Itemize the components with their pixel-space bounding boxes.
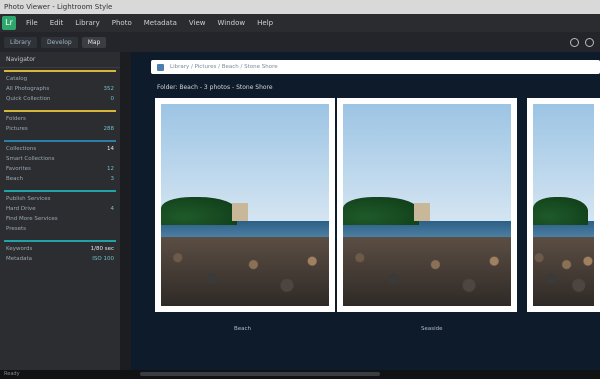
sidebar-row[interactable]: Folders [4,114,116,124]
sidebar-row[interactable]: Collections 14 [4,144,116,154]
sidebar-section-catalog: Catalog All Photographs 352 Quick Collect… [4,70,116,104]
sidebar-section-publish: Publish Services Hard Drive 4 Find More S… [4,190,116,234]
menu-view[interactable]: View [189,19,206,27]
photo-thumbnail[interactable] [533,104,594,306]
window-title: Photo Viewer - Lightroom Style [4,3,113,11]
sidebar-row[interactable]: Publish Services [4,194,116,204]
sidebar-row[interactable]: Beach 3 [4,174,116,184]
breadcrumb: Folder: Beach - 3 photos - Stone Shore [157,84,273,91]
sidebar-row[interactable]: Smart Collections [4,154,116,164]
toolbar: Library Develop Map [0,32,600,52]
photo-caption: Beach [234,326,252,332]
sidebar-row[interactable]: Hard Drive 4 [4,204,116,214]
menu-window[interactable]: Window [218,19,246,27]
path-bar[interactable]: Library / Pictures / Beach / Stone Shore [151,60,600,74]
photo-thumbnail[interactable] [343,104,511,306]
sidebar-row[interactable]: Catalog [4,74,116,84]
sidebar-row[interactable]: Favorites 12 [4,164,116,174]
sidebar-row[interactable]: All Photographs 352 [4,84,116,94]
photo-card[interactable] [155,98,335,312]
title-bar: Photo Viewer - Lightroom Style [0,0,600,14]
menu-help[interactable]: Help [257,19,273,27]
folder-icon [157,63,164,71]
menu-edit[interactable]: Edit [50,19,64,27]
sidebar-row[interactable]: Presets [4,224,116,234]
tab-library[interactable]: Library [4,36,37,48]
sidebar-section-collections: Collections 14 Smart Collections Favorite… [4,140,116,184]
menu-bar: Lr File Edit Library Photo Metadata View… [0,14,600,32]
menu-photo[interactable]: Photo [112,19,132,27]
tab-develop[interactable]: Develop [40,36,78,48]
sidebar-row[interactable]: Pictures 288 [4,124,116,134]
sidebar-header: Navigator [0,52,120,68]
app-logo-icon: Lr [2,16,16,30]
menu-file[interactable]: File [26,19,38,27]
sidebar-row[interactable]: Metadata ISO 100 [4,254,116,264]
photo-card[interactable] [337,98,517,312]
menu-library[interactable]: Library [75,19,99,27]
help-icon[interactable] [585,37,594,47]
settings-icon[interactable] [570,37,579,47]
menu-metadata[interactable]: Metadata [144,19,177,27]
photo-caption: Seaside [421,326,443,332]
main-panel: Library / Pictures / Beach / Stone Shore… [131,52,600,370]
photo-card[interactable] [527,98,600,312]
photo-thumbnail[interactable] [161,104,329,306]
sidebar-row[interactable]: Quick Collection 0 [4,94,116,104]
sidebar: Navigator Catalog All Photographs 352 Qui… [0,52,120,370]
sidebar-section-keywords: Keywords 1/80 sec Metadata ISO 100 [4,240,116,264]
sidebar-section-folders: Folders Pictures 288 [4,110,116,134]
tab-map[interactable]: Map [81,36,107,48]
path-text: Library / Pictures / Beach / Stone Shore [170,64,278,70]
horizontal-scrollbar[interactable] [140,372,380,376]
sidebar-row[interactable]: Keywords 1/80 sec [4,244,116,254]
sidebar-row[interactable]: Find More Services [4,214,116,224]
